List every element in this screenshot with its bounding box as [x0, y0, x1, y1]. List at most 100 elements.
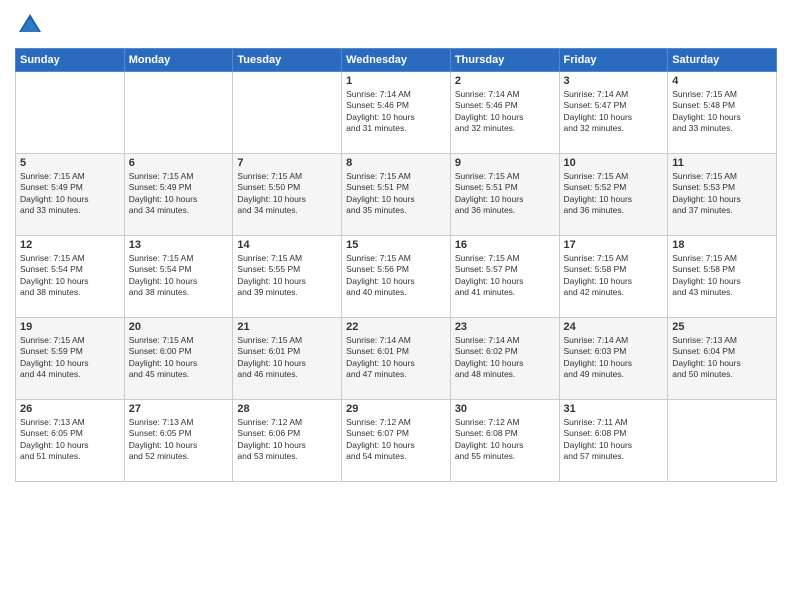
day-cell: 5 Sunrise: 7:15 AM Sunset: 5:49 PM Daylig… [16, 154, 125, 236]
day-info: Sunrise: 7:15 AM Sunset: 5:50 PM Dayligh… [237, 171, 337, 217]
day-number: 8 [346, 157, 446, 169]
day-cell: 23 Sunrise: 7:14 AM Sunset: 6:02 PM Dayli… [450, 318, 559, 400]
day-info: Sunrise: 7:13 AM Sunset: 6:05 PM Dayligh… [129, 417, 229, 463]
day-number: 6 [129, 157, 229, 169]
day-cell: 29 Sunrise: 7:12 AM Sunset: 6:07 PM Dayli… [342, 400, 451, 482]
day-cell: 20 Sunrise: 7:15 AM Sunset: 6:00 PM Dayli… [124, 318, 233, 400]
day-cell: 30 Sunrise: 7:12 AM Sunset: 6:08 PM Dayli… [450, 400, 559, 482]
day-number: 12 [20, 239, 120, 251]
day-number: 2 [455, 75, 555, 87]
day-info: Sunrise: 7:14 AM Sunset: 6:01 PM Dayligh… [346, 335, 446, 381]
day-number: 29 [346, 403, 446, 415]
day-cell: 19 Sunrise: 7:15 AM Sunset: 5:59 PM Dayli… [16, 318, 125, 400]
day-number: 13 [129, 239, 229, 251]
day-info: Sunrise: 7:15 AM Sunset: 5:58 PM Dayligh… [672, 253, 772, 299]
day-number: 1 [346, 75, 446, 87]
day-cell: 22 Sunrise: 7:14 AM Sunset: 6:01 PM Dayli… [342, 318, 451, 400]
day-cell: 9 Sunrise: 7:15 AM Sunset: 5:51 PM Daylig… [450, 154, 559, 236]
day-number: 5 [20, 157, 120, 169]
day-cell: 7 Sunrise: 7:15 AM Sunset: 5:50 PM Daylig… [233, 154, 342, 236]
day-number: 3 [564, 75, 664, 87]
week-row-1: 1 Sunrise: 7:14 AM Sunset: 5:46 PM Daylig… [16, 72, 777, 154]
day-info: Sunrise: 7:14 AM Sunset: 6:02 PM Dayligh… [455, 335, 555, 381]
day-cell: 24 Sunrise: 7:14 AM Sunset: 6:03 PM Dayli… [559, 318, 668, 400]
day-info: Sunrise: 7:12 AM Sunset: 6:08 PM Dayligh… [455, 417, 555, 463]
day-number: 19 [20, 321, 120, 333]
day-number: 16 [455, 239, 555, 251]
logo-icon [15, 10, 45, 40]
day-info: Sunrise: 7:12 AM Sunset: 6:06 PM Dayligh… [237, 417, 337, 463]
day-info: Sunrise: 7:15 AM Sunset: 5:53 PM Dayligh… [672, 171, 772, 217]
day-number: 22 [346, 321, 446, 333]
day-header-saturday: Saturday [668, 49, 777, 72]
day-cell: 31Sunrise: 7:11 AM Sunset: 6:08 PM Dayli… [559, 400, 668, 482]
day-info: Sunrise: 7:15 AM Sunset: 5:59 PM Dayligh… [20, 335, 120, 381]
page: SundayMondayTuesdayWednesdayThursdayFrid… [0, 0, 792, 612]
day-info: Sunrise: 7:15 AM Sunset: 6:00 PM Dayligh… [129, 335, 229, 381]
day-cell: 21 Sunrise: 7:15 AM Sunset: 6:01 PM Dayli… [233, 318, 342, 400]
day-cell: 16 Sunrise: 7:15 AM Sunset: 5:57 PM Dayli… [450, 236, 559, 318]
day-number: 31 [564, 403, 664, 415]
day-info: Sunrise: 7:14 AM Sunset: 6:03 PM Dayligh… [564, 335, 664, 381]
day-number: 23 [455, 321, 555, 333]
day-cell: 11 Sunrise: 7:15 AM Sunset: 5:53 PM Dayli… [668, 154, 777, 236]
day-number: 20 [129, 321, 229, 333]
day-info: Sunrise: 7:15 AM Sunset: 5:52 PM Dayligh… [564, 171, 664, 217]
day-number: 15 [346, 239, 446, 251]
day-info: Sunrise: 7:14 AM Sunset: 5:47 PM Dayligh… [564, 89, 664, 135]
day-info: Sunrise: 7:15 AM Sunset: 5:58 PM Dayligh… [564, 253, 664, 299]
day-number: 18 [672, 239, 772, 251]
day-number: 24 [564, 321, 664, 333]
day-info: Sunrise: 7:14 AM Sunset: 5:46 PM Dayligh… [346, 89, 446, 135]
day-cell [668, 400, 777, 482]
day-number: 28 [237, 403, 337, 415]
day-info: Sunrise: 7:15 AM Sunset: 5:51 PM Dayligh… [455, 171, 555, 217]
week-row-4: 19 Sunrise: 7:15 AM Sunset: 5:59 PM Dayli… [16, 318, 777, 400]
day-cell: 17Sunrise: 7:15 AM Sunset: 5:58 PM Dayli… [559, 236, 668, 318]
logo [15, 10, 49, 40]
week-row-3: 12 Sunrise: 7:15 AM Sunset: 5:54 PM Dayli… [16, 236, 777, 318]
day-cell: 3 Sunrise: 7:14 AM Sunset: 5:47 PM Daylig… [559, 72, 668, 154]
day-number: 27 [129, 403, 229, 415]
day-cell: 2 Sunrise: 7:14 AM Sunset: 5:46 PM Daylig… [450, 72, 559, 154]
day-cell [124, 72, 233, 154]
day-cell: 14 Sunrise: 7:15 AM Sunset: 5:55 PM Dayli… [233, 236, 342, 318]
day-cell: 1 Sunrise: 7:14 AM Sunset: 5:46 PM Daylig… [342, 72, 451, 154]
day-info: Sunrise: 7:15 AM Sunset: 5:54 PM Dayligh… [129, 253, 229, 299]
day-cell: 12 Sunrise: 7:15 AM Sunset: 5:54 PM Dayli… [16, 236, 125, 318]
day-cell: 28 Sunrise: 7:12 AM Sunset: 6:06 PM Dayli… [233, 400, 342, 482]
day-cell: 15 Sunrise: 7:15 AM Sunset: 5:56 PM Dayli… [342, 236, 451, 318]
day-number: 7 [237, 157, 337, 169]
day-cell: 25Sunrise: 7:13 AM Sunset: 6:04 PM Dayli… [668, 318, 777, 400]
day-cell: 13 Sunrise: 7:15 AM Sunset: 5:54 PM Dayli… [124, 236, 233, 318]
day-number: 30 [455, 403, 555, 415]
day-number: 14 [237, 239, 337, 251]
day-cell: 10Sunrise: 7:15 AM Sunset: 5:52 PM Dayli… [559, 154, 668, 236]
day-info: Sunrise: 7:14 AM Sunset: 5:46 PM Dayligh… [455, 89, 555, 135]
day-number: 21 [237, 321, 337, 333]
day-header-thursday: Thursday [450, 49, 559, 72]
day-info: Sunrise: 7:15 AM Sunset: 5:51 PM Dayligh… [346, 171, 446, 217]
day-cell: 18 Sunrise: 7:15 AM Sunset: 5:58 PM Dayli… [668, 236, 777, 318]
day-cell [16, 72, 125, 154]
day-header-wednesday: Wednesday [342, 49, 451, 72]
day-number: 9 [455, 157, 555, 169]
day-info: Sunrise: 7:15 AM Sunset: 6:01 PM Dayligh… [237, 335, 337, 381]
day-number: 25 [672, 321, 772, 333]
day-info: Sunrise: 7:15 AM Sunset: 5:57 PM Dayligh… [455, 253, 555, 299]
day-info: Sunrise: 7:15 AM Sunset: 5:54 PM Dayligh… [20, 253, 120, 299]
day-header-sunday: Sunday [16, 49, 125, 72]
day-info: Sunrise: 7:15 AM Sunset: 5:56 PM Dayligh… [346, 253, 446, 299]
calendar: SundayMondayTuesdayWednesdayThursdayFrid… [15, 48, 777, 482]
day-info: Sunrise: 7:15 AM Sunset: 5:49 PM Dayligh… [20, 171, 120, 217]
week-row-5: 26 Sunrise: 7:13 AM Sunset: 6:05 PM Dayli… [16, 400, 777, 482]
day-info: Sunrise: 7:12 AM Sunset: 6:07 PM Dayligh… [346, 417, 446, 463]
day-cell: 8 Sunrise: 7:15 AM Sunset: 5:51 PM Daylig… [342, 154, 451, 236]
week-row-2: 5 Sunrise: 7:15 AM Sunset: 5:49 PM Daylig… [16, 154, 777, 236]
day-number: 26 [20, 403, 120, 415]
day-cell: 27 Sunrise: 7:13 AM Sunset: 6:05 PM Dayli… [124, 400, 233, 482]
day-number: 4 [672, 75, 772, 87]
day-info: Sunrise: 7:15 AM Sunset: 5:55 PM Dayligh… [237, 253, 337, 299]
day-number: 11 [672, 157, 772, 169]
day-cell [233, 72, 342, 154]
